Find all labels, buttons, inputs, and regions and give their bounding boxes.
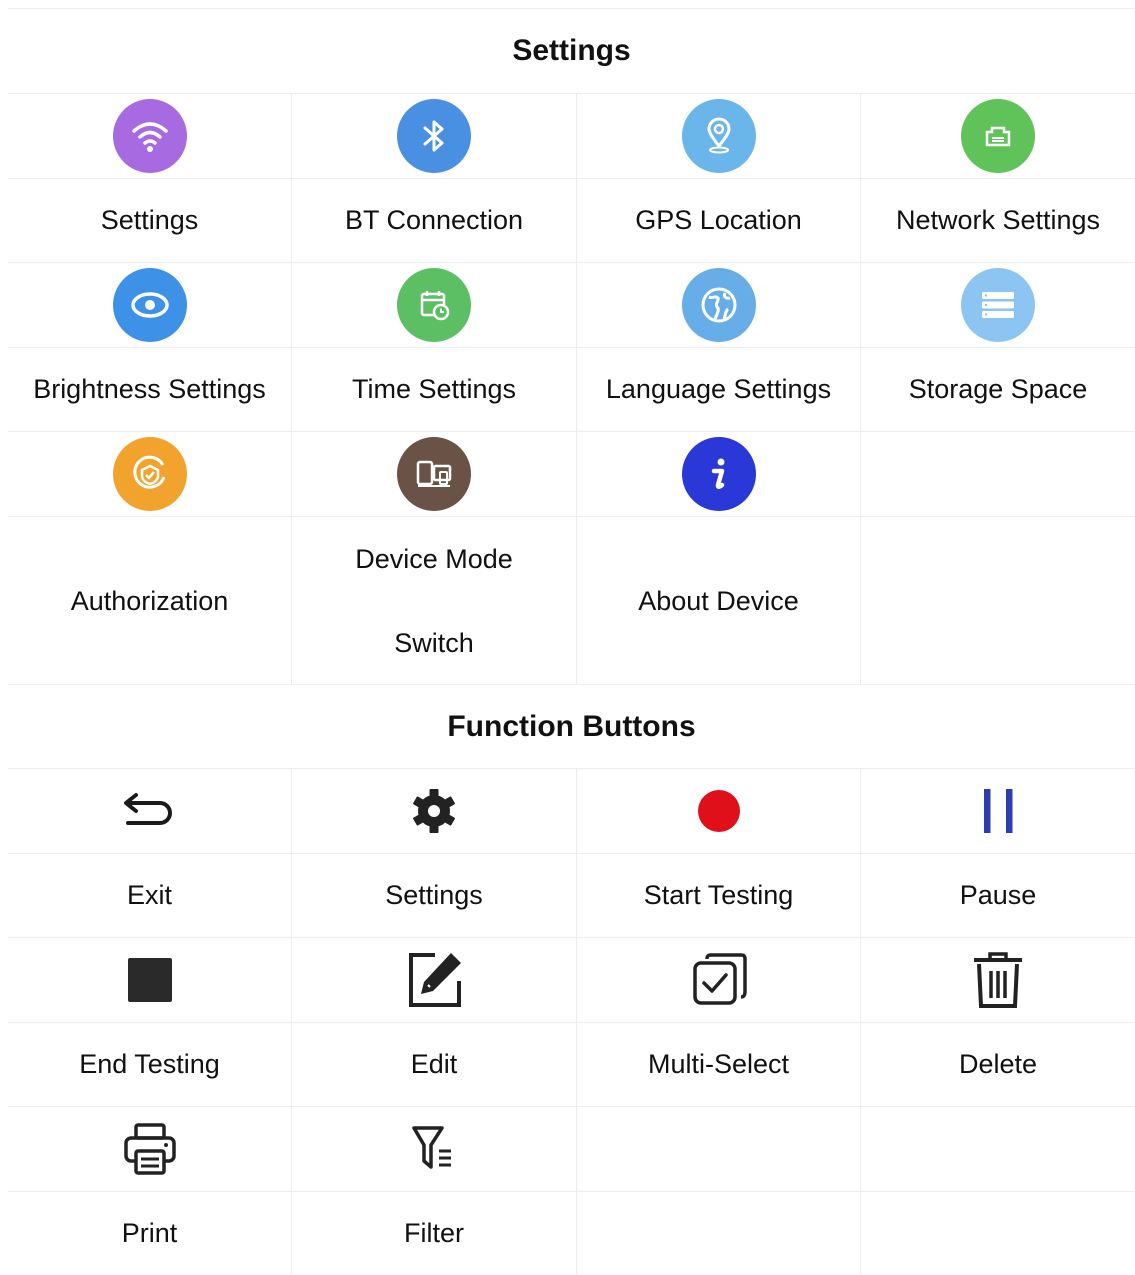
authorization-icon[interactable] [112,437,187,511]
pause-cell[interactable] [860,768,1135,853]
edit-icon[interactable] [404,950,464,1010]
start-testing-cell[interactable] [576,768,860,853]
wifi-icon[interactable] [112,99,187,173]
empty-cell [576,1106,860,1191]
delete-cell[interactable] [860,937,1135,1022]
bluetooth-cell[interactable] [291,93,576,178]
storage-icon[interactable] [961,268,1035,342]
multi-select-label: Multi-Select [576,1022,860,1106]
network-cell[interactable] [860,93,1135,178]
start-testing-label: Start Testing [576,853,860,937]
network-settings-label: Network Settings [860,178,1135,262]
end-testing-label: End Testing [8,1022,291,1106]
print-cell[interactable] [8,1106,291,1191]
exit-icon[interactable] [120,783,180,839]
device-switch-icon[interactable] [397,437,471,511]
empty-label-cell [576,1191,860,1275]
print-label: Print [8,1191,291,1275]
device-mode-switch-label: Device Mode Switch [291,516,576,684]
filter-cell[interactable] [291,1106,576,1191]
language-settings-label: Language Settings [576,347,860,431]
time-settings-label: Time Settings [291,347,576,431]
brightness-settings-label: Brightness Settings [8,347,291,431]
eye-icon[interactable] [112,268,187,342]
pause-icon[interactable] [973,785,1023,837]
multi-select-icon[interactable] [689,951,749,1009]
settings-button-cell[interactable] [291,768,576,853]
printer-icon[interactable] [122,1121,178,1177]
stop-icon[interactable] [126,956,174,1004]
gear-icon[interactable] [409,786,459,836]
empty-label-cell [860,1191,1135,1275]
calendar-clock-icon[interactable] [397,268,471,342]
filter-icon[interactable] [409,1123,459,1175]
brightness-cell[interactable] [8,262,291,347]
language-cell[interactable] [576,262,860,347]
location-pin-icon[interactable] [681,99,756,173]
bluetooth-icon[interactable] [397,99,471,173]
empty-cell [860,1106,1135,1191]
settings-wifi-cell[interactable] [8,93,291,178]
gps-cell[interactable] [576,93,860,178]
multi-select-cell[interactable] [576,937,860,1022]
authorization-label: Authorization [8,516,291,684]
storage-cell[interactable] [860,262,1135,347]
time-cell[interactable] [291,262,576,347]
about-device-cell[interactable] [576,431,860,516]
storage-space-label: Storage Space [860,347,1135,431]
settings-label: Settings [8,178,291,262]
settings-section-title: Settings [512,34,631,67]
icon-reference-page: Settings Settings BT Connection GPS Loca… [8,8,1135,1275]
authorization-cell[interactable] [8,431,291,516]
info-icon[interactable] [681,437,756,511]
bt-connection-label: BT Connection [291,178,576,262]
trash-icon[interactable] [970,951,1026,1009]
delete-label: Delete [860,1022,1135,1106]
empty-cell [860,431,1135,516]
pause-label: Pause [860,853,1135,937]
exit-label: Exit [8,853,291,937]
about-device-label: About Device [576,516,860,684]
end-testing-cell[interactable] [8,937,291,1022]
edit-label: Edit [291,1022,576,1106]
empty-label-cell [860,516,1135,684]
ethernet-icon[interactable] [961,99,1035,173]
settings-button-label: Settings [291,853,576,937]
record-icon[interactable] [696,788,742,834]
settings-grid: Settings BT Connection GPS Location Netw… [8,93,1135,684]
gps-location-label: GPS Location [576,178,860,262]
device-mode-cell[interactable] [291,431,576,516]
edit-cell[interactable] [291,937,576,1022]
globe-icon[interactable] [681,268,756,342]
exit-cell[interactable] [8,768,291,853]
filter-label: Filter [291,1191,576,1275]
function-section-title: Function Buttons [8,684,1135,768]
function-grid: Exit Settings Start Testing Pause End Te… [8,768,1135,1275]
